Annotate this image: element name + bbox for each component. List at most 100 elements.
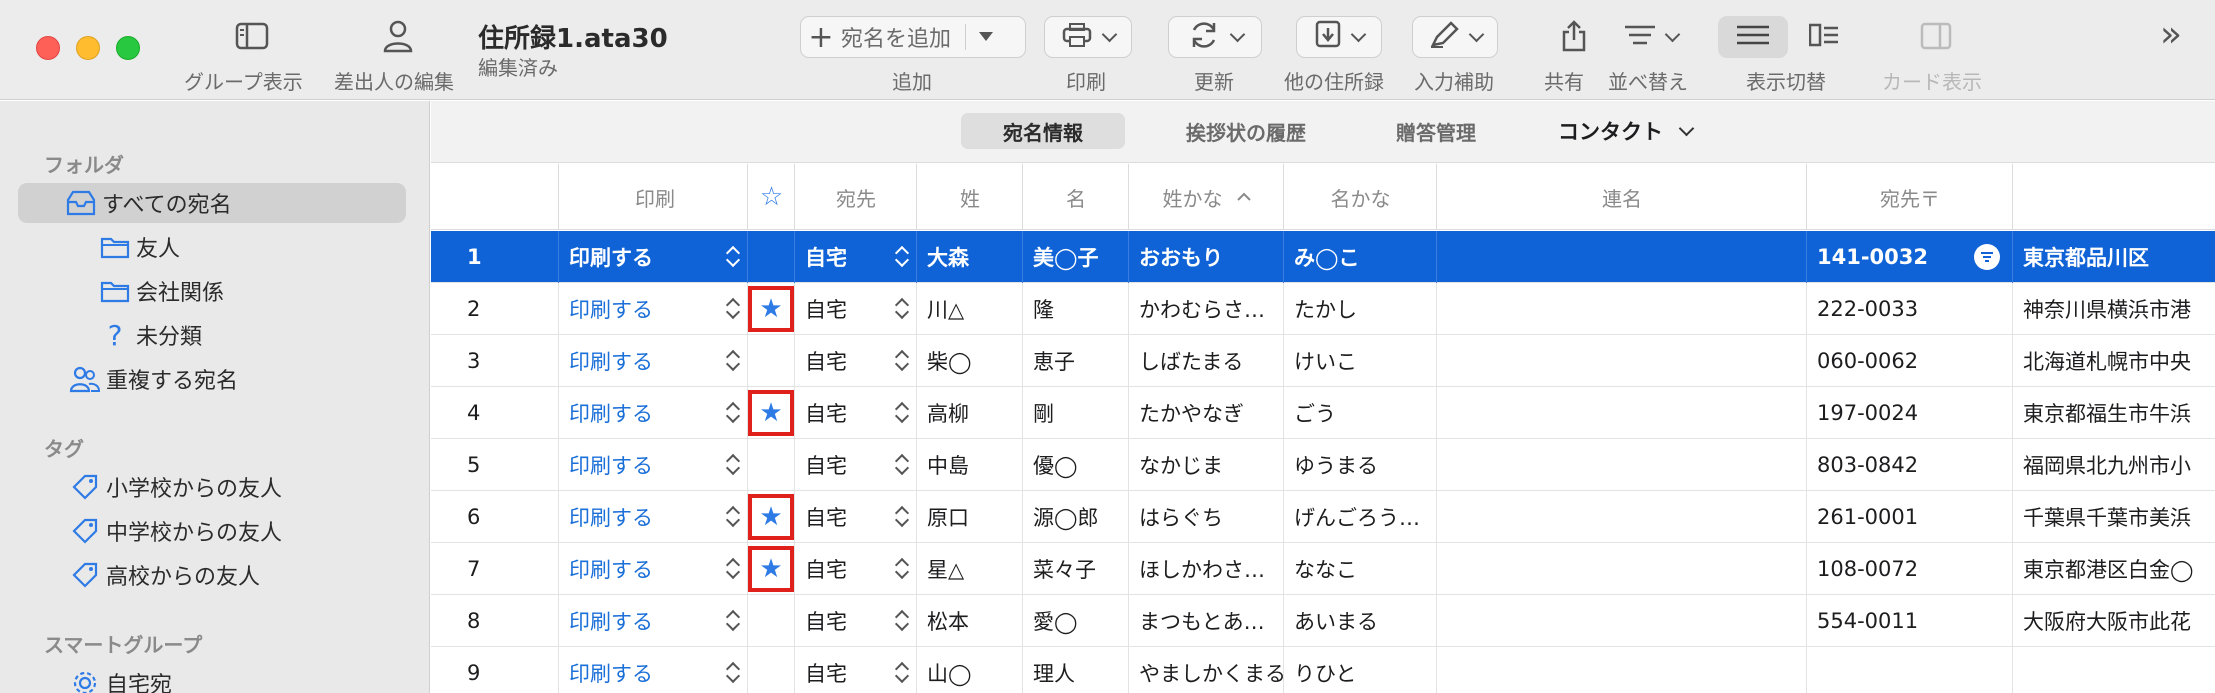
last-kana-cell[interactable]: なかじま xyxy=(1128,439,1283,491)
address-cell[interactable]: 東京都福生市牛浜 xyxy=(2012,387,2215,439)
postal-code-cell[interactable]: 222-0033 xyxy=(1806,283,2012,335)
address-cell[interactable]: 北海道札幌市中央 xyxy=(2012,335,2215,387)
first-kana-cell[interactable]: たかし xyxy=(1283,283,1436,335)
destination-select[interactable]: 自宅 xyxy=(794,595,916,647)
first-name-cell[interactable]: 愛◯ xyxy=(1022,595,1128,647)
tab-contact[interactable]: コンタクト xyxy=(1525,113,1725,149)
print-select[interactable]: 印刷する xyxy=(558,335,747,387)
postal-code-cell[interactable]: 554-0011 xyxy=(1806,595,2012,647)
sidebar-item-friends[interactable]: 友人 xyxy=(98,227,180,267)
other-address-book-button[interactable] xyxy=(1296,16,1382,58)
table-row[interactable]: 4 印刷する ★ 自宅 高柳剛たかやなぎ ごう 197-0024 東京都福生市牛浜 xyxy=(431,387,2215,439)
column-header-first-name[interactable]: 名 xyxy=(1022,164,1129,230)
sender-edit-button[interactable]: 差出人の編集 xyxy=(334,0,464,100)
joint-name-cell[interactable] xyxy=(1436,647,1806,693)
column-header-last-kana[interactable]: 姓かな xyxy=(1128,164,1284,230)
joint-name-cell[interactable] xyxy=(1436,543,1806,595)
address-cell[interactable]: 大阪府大阪市此花 xyxy=(2012,595,2215,647)
column-header-print[interactable]: 印刷 xyxy=(558,164,751,230)
last-kana-cell[interactable]: まつもとあ… xyxy=(1128,595,1283,647)
card-view-button[interactable]: カード表示 xyxy=(1882,0,1992,100)
column-header-star[interactable]: ☆ xyxy=(747,164,795,230)
print-select[interactable]: 印刷する xyxy=(558,543,747,595)
table-row[interactable]: 8 印刷する 自宅 松本 愛◯ まつもとあ… あいまる 554-0011 大阪府大阪市此花 xyxy=(431,595,2215,647)
column-header-postal[interactable]: 宛先〒 xyxy=(1806,164,2013,230)
star-cell[interactable]: ★ xyxy=(747,491,794,543)
sidebar-item-tag-junior-high[interactable]: 中学校からの友人 xyxy=(68,511,282,551)
sort-button[interactable] xyxy=(1604,16,1698,58)
destination-select[interactable]: 自宅 xyxy=(794,231,916,283)
joint-name-cell[interactable] xyxy=(1436,335,1806,387)
sidebar-item-uncategorized[interactable]: ? 未分類 xyxy=(98,315,202,355)
filter-icon[interactable] xyxy=(1974,244,2000,270)
first-name-cell[interactable]: 優◯ xyxy=(1022,439,1128,491)
address-cell[interactable]: 千葉県千葉市美浜 xyxy=(2012,491,2215,543)
star-cell[interactable]: ★ xyxy=(747,387,794,439)
tab-gift-management[interactable]: 贈答管理 xyxy=(1361,113,1511,149)
last-name-cell[interactable]: 星△ xyxy=(916,543,1022,595)
last-name-cell[interactable]: 柴◯ xyxy=(916,335,1022,387)
sidebar-item-duplicates[interactable]: 重複する宛名 xyxy=(68,359,238,399)
joint-name-cell[interactable] xyxy=(1436,595,1806,647)
tab-greeting-history[interactable]: 挨拶状の履歴 xyxy=(1151,113,1341,149)
star-cell[interactable]: ★ xyxy=(747,543,794,595)
list-view-button[interactable] xyxy=(1718,16,1788,58)
first-name-cell[interactable]: 理人 xyxy=(1022,647,1128,693)
first-kana-cell[interactable]: りひと xyxy=(1283,647,1436,693)
table-row[interactable]: 6 印刷する ★ 自宅 原口 源◯郎 はらぐち げんごろう… 261-0001 千葉県千葉市美浜 xyxy=(431,491,2215,543)
postal-code-cell[interactable]: 108-0072 xyxy=(1806,543,2012,595)
add-address-button[interactable]: + 宛名を追加 xyxy=(800,16,1026,58)
postal-code-cell[interactable]: 261-0001 xyxy=(1806,491,2012,543)
postal-code-cell[interactable]: 803-0842 xyxy=(1806,439,2012,491)
last-kana-cell[interactable]: はらぐち xyxy=(1128,491,1283,543)
zoom-window-button[interactable] xyxy=(116,36,140,60)
column-header-joint-name[interactable]: 連名 xyxy=(1436,164,1807,230)
last-kana-cell[interactable]: おおもり xyxy=(1128,231,1283,283)
last-name-cell[interactable]: 川△ xyxy=(916,283,1022,335)
first-name-cell[interactable]: 恵子 xyxy=(1022,335,1128,387)
column-header-destination[interactable]: 宛先 xyxy=(794,164,917,230)
print-select[interactable]: 印刷する xyxy=(558,231,747,283)
last-name-cell[interactable]: 原口 xyxy=(916,491,1022,543)
last-name-cell[interactable]: 高柳 xyxy=(916,387,1022,439)
table-row[interactable]: 7 印刷する ★ 自宅 星△ 菜々子 ほしかわさ… ななこ 108-0072 東京都港区白金◯ xyxy=(431,543,2215,595)
destination-select[interactable]: 自宅 xyxy=(794,387,916,439)
column-view-button[interactable] xyxy=(1792,16,1856,58)
first-kana-cell[interactable]: げんごろう… xyxy=(1283,491,1436,543)
table-row[interactable]: 1 印刷する 自宅 大森 美◯子 おおもり み◯こ 141-0032 東京都品川区 xyxy=(431,231,2215,283)
destination-select[interactable]: 自宅 xyxy=(794,439,916,491)
sidebar-item-smart-home[interactable]: 自宅宛 xyxy=(68,663,172,693)
share-button[interactable]: 共有 xyxy=(1544,0,1604,100)
tab-addressee-info[interactable]: 宛名情報 xyxy=(961,113,1125,149)
address-cell[interactable]: 神奈川県横浜市港 xyxy=(2012,283,2215,335)
update-button[interactable] xyxy=(1168,16,1262,58)
first-name-cell[interactable]: 隆 xyxy=(1022,283,1128,335)
postal-code-cell[interactable] xyxy=(1806,647,2012,693)
table-row[interactable]: 2 印刷する ★ 自宅 川△ 隆かわむらさ… たかし 222-0033 神奈川県横浜市港 xyxy=(431,283,2215,335)
table-row[interactable]: 9 印刷する 自宅 山◯ 理人 やましかくまる りひと xyxy=(431,647,2215,693)
minimize-window-button[interactable] xyxy=(76,36,100,60)
star-cell[interactable] xyxy=(747,335,794,387)
print-button[interactable] xyxy=(1044,16,1132,58)
star-cell[interactable] xyxy=(747,647,794,693)
last-kana-cell[interactable]: たかやなぎ xyxy=(1128,387,1283,439)
star-cell[interactable] xyxy=(747,595,794,647)
print-select[interactable]: 印刷する xyxy=(558,283,747,335)
address-cell[interactable]: 福岡県北九州市小 xyxy=(2012,439,2215,491)
first-kana-cell[interactable]: ななこ xyxy=(1283,543,1436,595)
joint-name-cell[interactable] xyxy=(1436,231,1806,283)
first-kana-cell[interactable]: けいこ xyxy=(1283,335,1436,387)
print-select[interactable]: 印刷する xyxy=(558,439,747,491)
sidebar-item-company[interactable]: 会社関係 xyxy=(98,271,224,311)
print-select[interactable]: 印刷する xyxy=(558,647,747,693)
postal-code-cell[interactable]: 141-0032 xyxy=(1806,231,2012,283)
destination-select[interactable]: 自宅 xyxy=(794,335,916,387)
column-header-last-name[interactable]: 姓 xyxy=(916,164,1023,230)
destination-select[interactable]: 自宅 xyxy=(794,491,916,543)
star-cell[interactable] xyxy=(747,439,794,491)
column-header-first-kana[interactable]: 名かな xyxy=(1283,164,1437,230)
first-name-cell[interactable]: 美◯子 xyxy=(1022,231,1128,283)
first-kana-cell[interactable]: あいまる xyxy=(1283,595,1436,647)
first-name-cell[interactable]: 菜々子 xyxy=(1022,543,1128,595)
last-kana-cell[interactable]: しばたまる xyxy=(1128,335,1283,387)
